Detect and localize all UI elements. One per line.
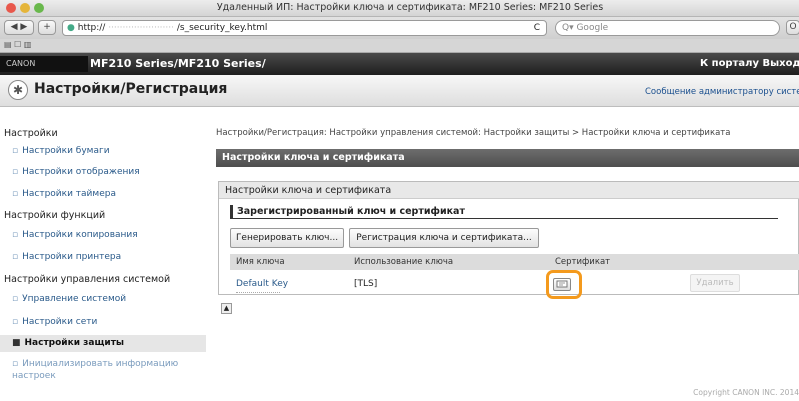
bullet-icon: ▫ [12, 167, 19, 177]
key-usage-value: [TLS] [354, 279, 378, 289]
subsection-title: Зарегистрированный ключ и сертификат [230, 205, 778, 219]
footer-copyright: Copyright CANON INC. 2014 [693, 388, 799, 397]
bookmarks-bar: ▤ ☐ ▥ [0, 39, 799, 53]
sidebar-heading-system[interactable]: Настройки управления системой [4, 274, 170, 285]
table-header [230, 254, 799, 270]
device-title: MF210 Series/MF210 Series/ [90, 57, 266, 70]
bullet-icon: ▫ [12, 189, 19, 199]
sidebar-item-timer[interactable]: ▫ Настройки таймера [12, 189, 116, 199]
sidebar-heading-settings[interactable]: Настройки [4, 128, 58, 139]
section-title: Настройки ключа и сертификата [216, 149, 799, 167]
window-title: Удаленный ИП: Настройки ключа и сертифик… [216, 2, 604, 13]
scroll-top-icon[interactable]: ▲ [221, 303, 232, 314]
sidebar-item-printer[interactable]: ▫ Настройки принтера [12, 252, 121, 262]
minimize-window-button[interactable] [20, 3, 30, 13]
bullet-icon: ■ [12, 338, 21, 348]
url-input[interactable]: ● http:// ······················· /s_sec… [62, 20, 547, 36]
extension-icon[interactable]: O [786, 20, 799, 35]
sidebar-item-system-management[interactable]: ▫ Управление системой [12, 294, 126, 304]
add-tab-icon[interactable]: + [38, 20, 56, 35]
delete-button[interactable]: Удалить [690, 274, 740, 292]
key-name-underline [236, 292, 280, 293]
settings-icon: ✱ [8, 80, 28, 100]
certificate-highlight [546, 270, 582, 299]
sidebar-item-network[interactable]: ▫ Настройки сети [12, 317, 97, 327]
bullet-icon: ▫ [12, 252, 19, 262]
close-window-button[interactable] [6, 3, 16, 13]
url-path: /s_security_key.html [176, 23, 268, 33]
globe-icon: ● [67, 23, 75, 33]
register-key-button[interactable]: Регистрация ключа и сертификата... [349, 228, 539, 248]
sidebar-item-copy[interactable]: ▫ Настройки копирования [12, 230, 138, 240]
sidebar-item-paper[interactable]: ▫ Настройки бумаги [12, 146, 110, 156]
back-forward-button[interactable]: ◀ ▶ [4, 20, 34, 35]
panel-title: Настройки ключа и сертификата [219, 182, 799, 199]
bullet-icon: ▫ [12, 359, 19, 369]
bullet-icon: ▫ [12, 230, 19, 240]
key-name-link[interactable]: Default Key [236, 279, 288, 289]
brand-logo: CANON [0, 56, 88, 72]
generate-key-button[interactable]: Генерировать ключ... [230, 228, 344, 248]
bullet-icon: ▫ [12, 146, 19, 156]
zoom-window-button[interactable] [34, 3, 44, 13]
sidebar-item-initialize[interactable]: ▫ Инициализировать информацию настроек [12, 358, 202, 382]
sidebar-heading-functions[interactable]: Настройки функций [4, 210, 105, 221]
breadcrumb: Настройки/Регистрация: Настройки управле… [216, 128, 731, 138]
sidebar-item-security[interactable]: ■ Настройки защиты [12, 338, 124, 348]
column-key-usage: Использование ключа [354, 257, 454, 267]
url-prefix: http:// [77, 23, 106, 33]
page-title: Настройки/Регистрация [34, 81, 228, 97]
admin-message-link[interactable]: Сообщение администратору системы [645, 87, 799, 97]
portal-link[interactable]: К порталу Выход [700, 56, 799, 72]
bookmarks-icon[interactable]: ▤ ☐ ▥ [4, 40, 31, 49]
bullet-icon: ▫ [12, 294, 19, 304]
column-certificate: Сертификат [555, 257, 611, 267]
column-key-name: Имя ключа [236, 257, 285, 267]
bullet-icon: ▫ [12, 317, 19, 327]
search-input[interactable]: Q▾ Google [555, 20, 780, 36]
reload-icon[interactable]: C [534, 21, 540, 35]
sidebar-item-display[interactable]: ▫ Настройки отображения [12, 167, 140, 177]
